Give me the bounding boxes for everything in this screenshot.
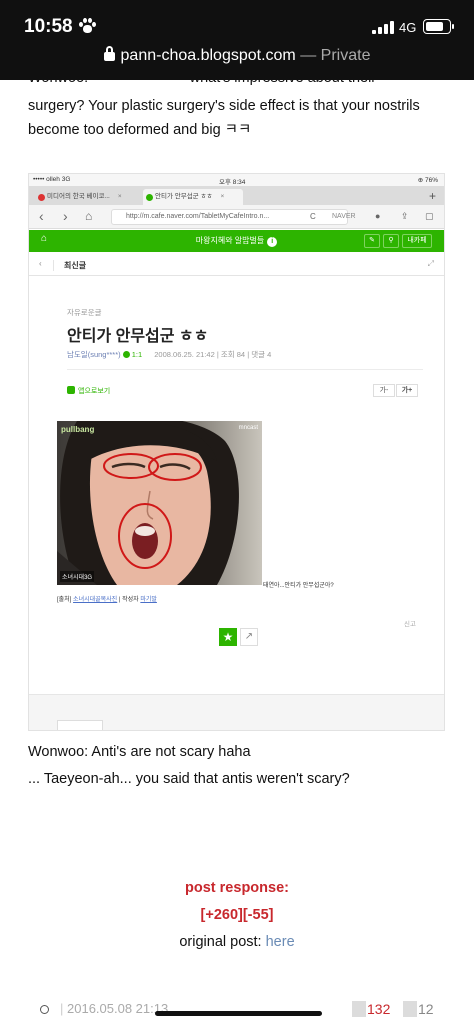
reload-icon[interactable]: C	[310, 212, 316, 221]
home-indicator[interactable]	[155, 1011, 322, 1016]
share-icon[interactable]: ⇪	[401, 211, 409, 222]
downvote-icon[interactable]	[403, 1001, 417, 1017]
cafe-header: ⌂ 마왕지혜와 알밥벌들 i ✎ ⚲ 내카페	[29, 230, 444, 252]
paw-icon	[79, 18, 97, 34]
font-larger-button[interactable]: 가+	[396, 384, 418, 397]
ipad-battery: ⊕ 76%	[417, 177, 438, 184]
subnav: ‹ 최신글 ⤢	[29, 254, 444, 276]
clock: 10:58	[24, 16, 73, 37]
post-source: [출처] 소녀시대골목사진 | 작성자 마기말	[57, 597, 157, 603]
upvote-count: 132	[367, 1001, 391, 1017]
embedded-screenshot: ••••• olleh 3G 오후 8:34 ⊕ 76% 미디어의 한국 베이코…	[28, 173, 445, 731]
tabs-icon[interactable]: ▢	[425, 211, 434, 222]
ipad-carrier: ••••• olleh 3G	[33, 176, 71, 183]
article-line-3: ... Taeyeon-ah... you said that antis we…	[28, 771, 350, 787]
flag-icon	[38, 194, 45, 201]
ipad-navbar: ‹ › ⌂ http://m.cafe.naver.com/TabletMyCa…	[29, 205, 444, 229]
photo-caption: 태연아...안티가 안무섭군아?	[263, 583, 334, 589]
battery-icon	[423, 19, 454, 34]
post-title: 안티가 안무섭군 ㅎㅎ	[67, 328, 209, 345]
footer-date: 2016.05.08 21:13	[67, 1001, 169, 1016]
writer-link[interactable]: 마기말	[140, 597, 157, 603]
watermark-left: pullbang	[61, 425, 95, 434]
post-meta: 남도일(sung****) 1:1 2008.06.25. 21:42 | 조회…	[67, 350, 272, 359]
article-paragraph-1: surgery? Your plastic surgery's side eff…	[28, 98, 420, 138]
subnav-back-icon[interactable]: ‹	[39, 259, 42, 268]
circle-icon	[40, 1005, 49, 1014]
footer-bar: | 2016.05.08 21:13 132 12	[0, 996, 474, 1026]
naver-cafe-icon	[146, 194, 153, 201]
ipad-time: 오후 8:34	[219, 179, 246, 186]
private-label: — Private	[300, 47, 371, 64]
latest-posts-label[interactable]: 최신글	[53, 260, 86, 271]
search-icon[interactable]: ⚲	[383, 234, 399, 248]
original-post-link[interactable]: here	[266, 934, 295, 950]
level-icon	[122, 351, 130, 358]
watermark-right: mncast	[238, 425, 258, 431]
back-icon[interactable]: ‹	[39, 208, 44, 224]
forward-icon[interactable]: ›	[63, 208, 68, 224]
post-comments[interactable]: 댓글 4	[251, 350, 271, 359]
upvote-icon[interactable]	[352, 1001, 366, 1017]
post-author[interactable]: 남도일(sung****)	[67, 350, 121, 359]
ipad-status-bar: ••••• olleh 3G 오후 8:34 ⊕ 76%	[29, 174, 444, 186]
expand-icon[interactable]: ⤢	[428, 259, 434, 269]
app-icon	[67, 386, 75, 394]
new-tab-icon[interactable]: +	[429, 189, 436, 203]
browser-tabs: 미디어의 한국 베이코... × 안티가 안무섭군 ㅎㅎ × +	[29, 186, 444, 205]
comment-tab[interactable]	[57, 720, 103, 730]
vote-counts: [+260][-55]	[200, 907, 274, 923]
post-category[interactable]: 자유로운글	[67, 307, 102, 318]
post-views: 조회 84	[220, 350, 246, 359]
home-icon[interactable]: ⌂	[85, 209, 92, 223]
tab-2[interactable]: 안티가 안무섭군 ㅎㅎ ×	[143, 189, 243, 205]
photo-tag: 소녀시대3G	[60, 571, 95, 582]
lock-icon	[103, 46, 115, 61]
downvote-count: 12	[418, 1001, 434, 1017]
post-response-label: post response:	[185, 880, 289, 896]
tab-close-icon[interactable]: ×	[220, 193, 224, 200]
tab-1[interactable]: 미디어의 한국 베이코... ×	[35, 189, 139, 205]
tab-close-icon[interactable]: ×	[118, 193, 122, 200]
font-smaller-button[interactable]: 가-	[373, 384, 395, 397]
status-bar: 10:58 4G	[0, 0, 474, 46]
original-post-line: original post: here	[179, 934, 295, 950]
url-text: pann-choa.blogspot.com	[120, 47, 296, 64]
address-bar[interactable]: pann-choa.blogspot.com — Private	[0, 46, 474, 75]
write-icon[interactable]: ✎	[364, 234, 380, 248]
info-icon[interactable]: i	[267, 237, 278, 247]
article-line-2: Wonwoo: Anti's are not scary haha	[28, 744, 251, 760]
search-engine-label[interactable]: NAVER	[332, 209, 356, 225]
post-photo: pullbang mncast 소녀시대3G	[57, 421, 262, 585]
signal-icon	[372, 21, 394, 34]
share-icon[interactable]: ↗	[240, 628, 258, 646]
network-type: 4G	[399, 20, 417, 35]
mic-icon[interactable]: ●	[375, 211, 380, 221]
star-icon[interactable]: ★	[219, 628, 237, 646]
source-link[interactable]: 소녀시대골목사진	[73, 597, 117, 603]
divider	[67, 369, 423, 370]
cafe-title: 마왕지혜와 알밥벌들	[195, 236, 265, 245]
browser-chrome: 10:58 4G pann-choa.blogspot.com — Privat…	[0, 0, 474, 80]
app-view-link[interactable]: 앱으로보기	[67, 386, 110, 396]
post-datetime: 2008.06.25. 21:42	[154, 350, 215, 359]
my-cafe-button[interactable]: 내카페	[402, 234, 432, 248]
comment-area	[29, 694, 444, 730]
report-link[interactable]: 신고	[404, 618, 416, 628]
photo-graphic	[57, 421, 262, 585]
